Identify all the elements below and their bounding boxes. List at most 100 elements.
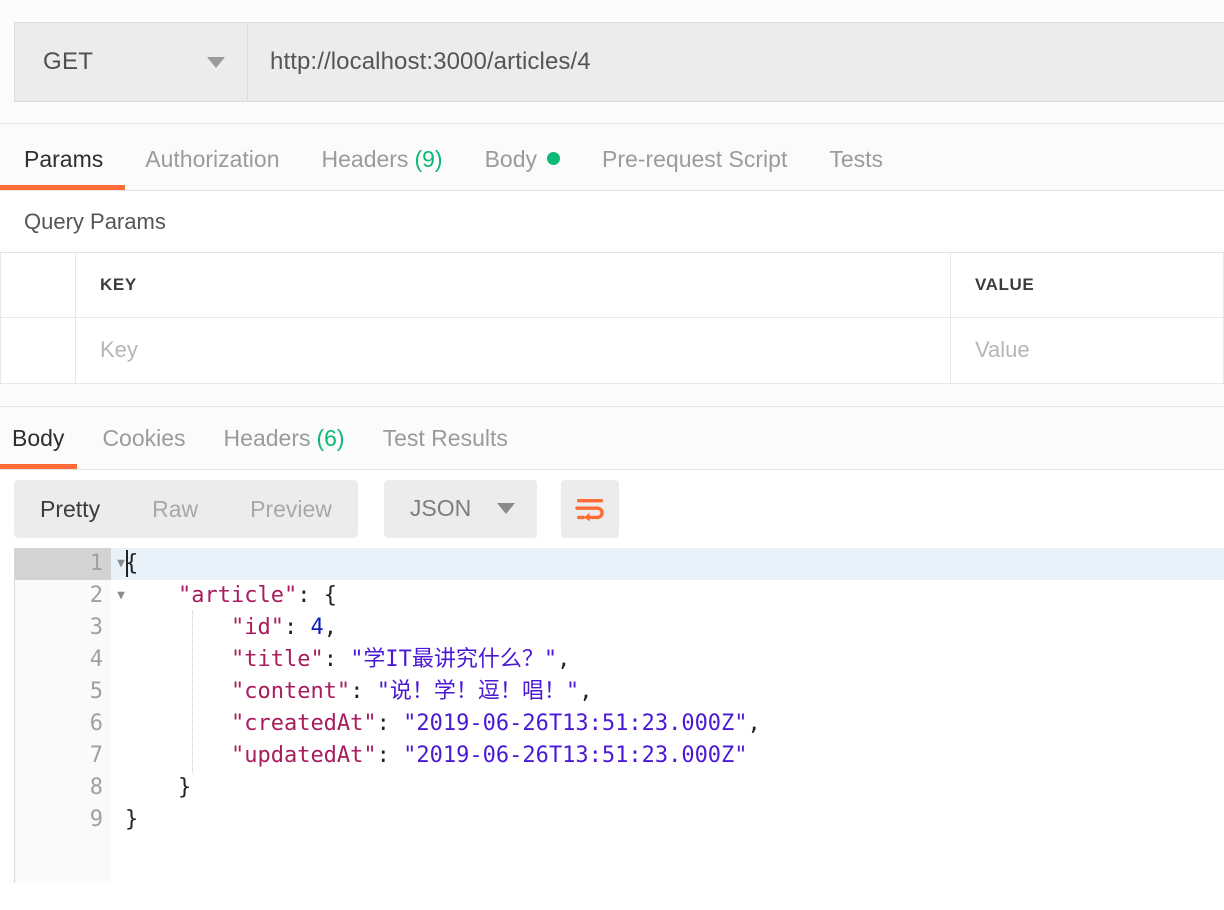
code-line-content: "updatedAt": "2019-06-26T13:51:23.000Z" [111, 740, 1224, 772]
token-p: : [350, 678, 377, 704]
code-line: 6 "createdAt": "2019-06-26T13:51:23.000Z… [15, 708, 1224, 740]
token-k: "title" [230, 646, 324, 672]
fold-toggle-icon[interactable]: ▼ [111, 580, 125, 612]
tab-label: Tests [829, 146, 884, 172]
view-mode-group: Pretty Raw Preview [14, 479, 358, 538]
token-n: 4 [310, 614, 324, 640]
http-method-label: GET [43, 48, 94, 75]
query-params-table: KEY VALUE Key Value [0, 253, 1224, 384]
table-header-value: VALUE [950, 253, 1224, 318]
code-line: 4 "title": "学IT最讲究什么？", [15, 644, 1224, 676]
line-number: 8 [89, 774, 103, 800]
token-p: : { [297, 582, 337, 608]
code-line-content: { [111, 547, 1224, 580]
text-cursor [126, 549, 128, 577]
table-header-key: KEY [75, 253, 951, 318]
token-p [125, 679, 231, 704]
code-line-content: "id": 4, [111, 612, 1224, 644]
view-mode-raw[interactable]: Raw [126, 480, 224, 538]
token-k: "createdAt" [230, 710, 377, 736]
tab-label: Params [24, 146, 104, 172]
http-method-selector[interactable]: GET [15, 23, 248, 101]
word-wrap-button[interactable] [561, 479, 620, 538]
request-url-bar: GET http://localhost:3000/articles/4 [14, 22, 1224, 102]
response-tab-cookies[interactable]: Cookies [102, 407, 185, 469]
tab-label: Headers [321, 146, 409, 172]
code-line-content: } [111, 772, 1224, 804]
fold-toggle-icon[interactable]: ▼ [111, 548, 125, 580]
response-tab-body[interactable]: Body [0, 407, 78, 469]
request-tab-params[interactable]: Params [0, 124, 126, 190]
response-tab-headers[interactable]: Headers (6) [224, 407, 345, 469]
row-checkbox-cell[interactable] [0, 317, 76, 384]
token-k: "updatedAt" [230, 742, 377, 768]
code-line-content: "article": { [111, 580, 1224, 612]
code-line-content: "content": "说！学！逗！唱！", [111, 676, 1224, 708]
param-key-input[interactable]: Key [75, 317, 951, 384]
table-bottom-spacer [0, 383, 1224, 407]
tab-count-badge: (6) [316, 424, 345, 451]
line-number: 5 [89, 678, 103, 704]
response-tab-bar: Body Cookies Headers (6) Test Results [0, 406, 1224, 470]
token-p [125, 615, 231, 640]
code-line: 3 "id": 4, [15, 612, 1224, 644]
body-present-dot-icon [547, 152, 560, 165]
line-number: 6 [89, 710, 103, 736]
chevron-down-icon [497, 503, 516, 514]
url-bar-section: GET http://localhost:3000/articles/4 [0, 0, 1224, 124]
code-line: 9} [15, 804, 1224, 836]
code-line: 8 } [15, 772, 1224, 804]
param-value-input[interactable]: Value [950, 317, 1224, 384]
code-line: 7 "updatedAt": "2019-06-26T13:51:23.000Z… [15, 740, 1224, 772]
request-tab-bar: Params Authorization Headers (9) Body Pre-req… [0, 124, 1224, 191]
token-s: "说！学！逗！唱！" [376, 678, 580, 704]
tab-label: Body [484, 146, 537, 172]
tab-label: Body [12, 424, 65, 451]
token-p [125, 583, 178, 608]
line-number: 4 [89, 646, 103, 672]
response-body-editor[interactable]: 1 ▼{2 ▼ "article": {3 "id": 4, 4 "title": "… [14, 547, 1224, 883]
line-number: 1 ▼ [15, 547, 125, 580]
token-p: , [579, 678, 593, 704]
token-p: : [323, 646, 351, 672]
table-row: Key Value [0, 317, 1224, 384]
token-p: : [376, 710, 404, 736]
token-p: } [125, 774, 192, 800]
request-tab-headers[interactable]: Headers (9) [322, 124, 443, 190]
view-mode-preview[interactable]: Preview [224, 480, 358, 538]
token-s: "学IT最讲究什么？" [350, 646, 558, 672]
request-tab-body[interactable]: Body [485, 124, 560, 190]
code-line: 1 ▼{ [15, 547, 1224, 580]
token-s: "2019-06-26T13:51:23.000Z" [403, 742, 748, 768]
token-p [125, 647, 231, 672]
tab-count-badge: (9) [414, 146, 443, 172]
line-number: 7 [89, 742, 103, 768]
request-tab-pre-request-script[interactable]: Pre-request Script [602, 124, 787, 190]
token-p: , [747, 710, 761, 736]
token-p: , [557, 646, 571, 672]
request-tab-tests[interactable]: Tests [829, 124, 883, 190]
code-line-content: } [111, 804, 1224, 836]
tab-label: Cookies [102, 424, 186, 451]
token-k: "content" [230, 678, 351, 704]
query-params-heading: Query Params [0, 191, 1224, 253]
response-format-selector[interactable]: JSON [383, 479, 538, 538]
token-p: : [283, 614, 311, 640]
code-line: 5 "content": "说！学！逗！唱！", [15, 676, 1224, 708]
token-p: , [323, 614, 337, 640]
word-wrap-icon [575, 498, 604, 521]
request-tab-authorization[interactable]: Authorization [145, 124, 279, 190]
token-p: } [125, 806, 139, 832]
request-url-text: http://localhost:3000/articles/4 [270, 48, 591, 75]
token-p: : [376, 742, 404, 768]
tab-label: Authorization [145, 146, 280, 172]
table-header-checkbox-col [0, 253, 76, 318]
line-number: 9 [89, 806, 103, 832]
chevron-down-icon [207, 56, 225, 68]
request-url-input[interactable]: http://localhost:3000/articles/4 [248, 23, 1224, 101]
view-mode-pretty[interactable]: Pretty [14, 480, 126, 538]
token-k: "article" [177, 582, 298, 608]
code-line-content: "title": "学IT最讲究什么？", [111, 644, 1224, 676]
response-tab-test-results[interactable]: Test Results [383, 407, 508, 469]
response-view-toolbar: Pretty Raw Preview JSON [0, 469, 1224, 548]
